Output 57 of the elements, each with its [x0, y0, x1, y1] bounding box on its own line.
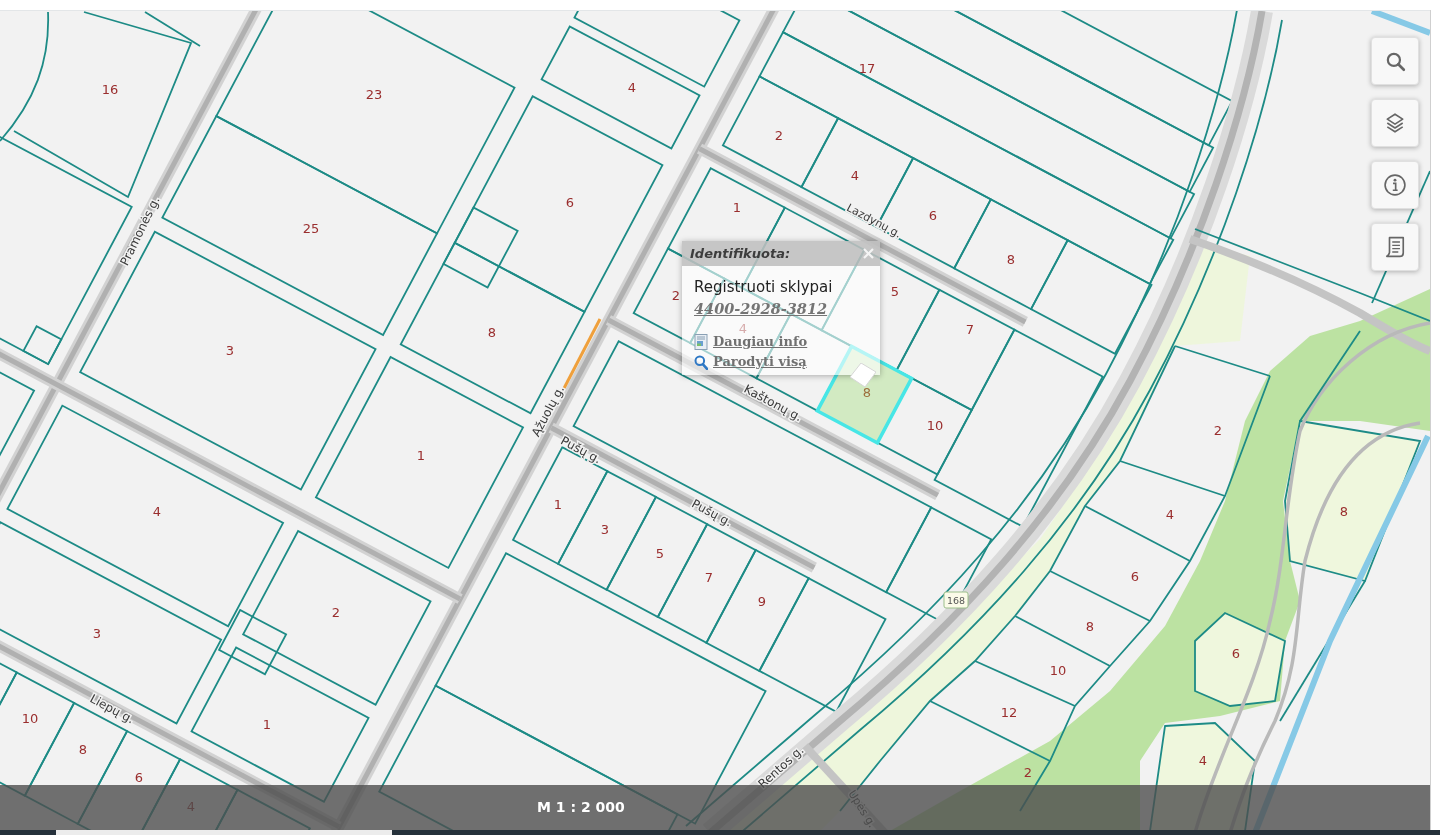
parcel-number: 3 [92, 625, 102, 641]
parcel-number: 2 [671, 287, 681, 303]
parcel-number: 8 [78, 741, 88, 757]
parcel-number: 6 [928, 207, 938, 223]
parcel-number: 1 [732, 199, 742, 215]
parcel-number: 8 [1006, 251, 1016, 267]
parcel-number: 25 [302, 220, 320, 236]
parcel-number: 2 [1023, 764, 1033, 780]
parcel-number: 1 [553, 496, 563, 512]
parcel-number: 4 [850, 167, 860, 183]
scroll-document-icon [1384, 236, 1406, 258]
parcel-number: 4 [152, 503, 162, 519]
info-button[interactable] [1371, 161, 1419, 209]
parcel-number: 7 [704, 569, 714, 585]
parcel-number: 6 [1231, 645, 1241, 661]
parcel-number: 4 [627, 79, 637, 95]
popup-pointer [850, 363, 876, 387]
parcel-number: 6 [134, 769, 144, 785]
parcel-number: 10 [1049, 662, 1067, 678]
road-number-sign: 168 [943, 591, 969, 609]
popup-title: Identifikuota: [690, 244, 791, 263]
parcel-number: 1 [262, 716, 272, 732]
layers-icon [1384, 112, 1406, 134]
parcel-number: 23 [365, 86, 383, 102]
layer-name: Registruoti sklypai [694, 277, 834, 297]
parcel-number: 10 [926, 417, 944, 433]
scale-text: M 1 : 2 000 [537, 798, 625, 817]
parcel-number: 9 [757, 593, 767, 609]
parcel-number: 2 [774, 127, 784, 143]
parcel-number: 5 [890, 283, 900, 299]
scrollbar-thumb[interactable] [56, 830, 392, 835]
parcel-number: 2 [1213, 422, 1223, 438]
layers-button[interactable] [1371, 99, 1419, 147]
parcel-number: 12 [1000, 704, 1018, 720]
parcel-number: 4 [1165, 506, 1175, 522]
parcel-number: 16 [101, 81, 119, 97]
document-button[interactable] [1371, 223, 1419, 271]
parcel-number: 8 [487, 324, 497, 340]
search-icon [1384, 50, 1406, 72]
parcel-number: 3 [225, 342, 235, 358]
parcel-number: 8 [1085, 618, 1095, 634]
search-button[interactable] [1371, 37, 1419, 85]
search-icon [694, 354, 708, 370]
parcel-number: 1 [416, 447, 426, 463]
parcel-number: 6 [1130, 568, 1140, 584]
document-icon [694, 334, 708, 350]
parcel-number: 10 [21, 710, 39, 726]
parcel-number: 8 [862, 384, 872, 400]
parcel-number: 2 [331, 604, 341, 620]
parcel-number: 3 [600, 521, 610, 537]
parcel-number: 6 [565, 194, 575, 210]
info-icon [1384, 174, 1406, 196]
parcel-number: 17 [858, 60, 876, 76]
parcel-number: 7 [965, 321, 975, 337]
parcel-number: 5 [655, 545, 665, 561]
parcel-number: 8 [1339, 503, 1349, 519]
parcel-number: 4 [1198, 752, 1208, 768]
